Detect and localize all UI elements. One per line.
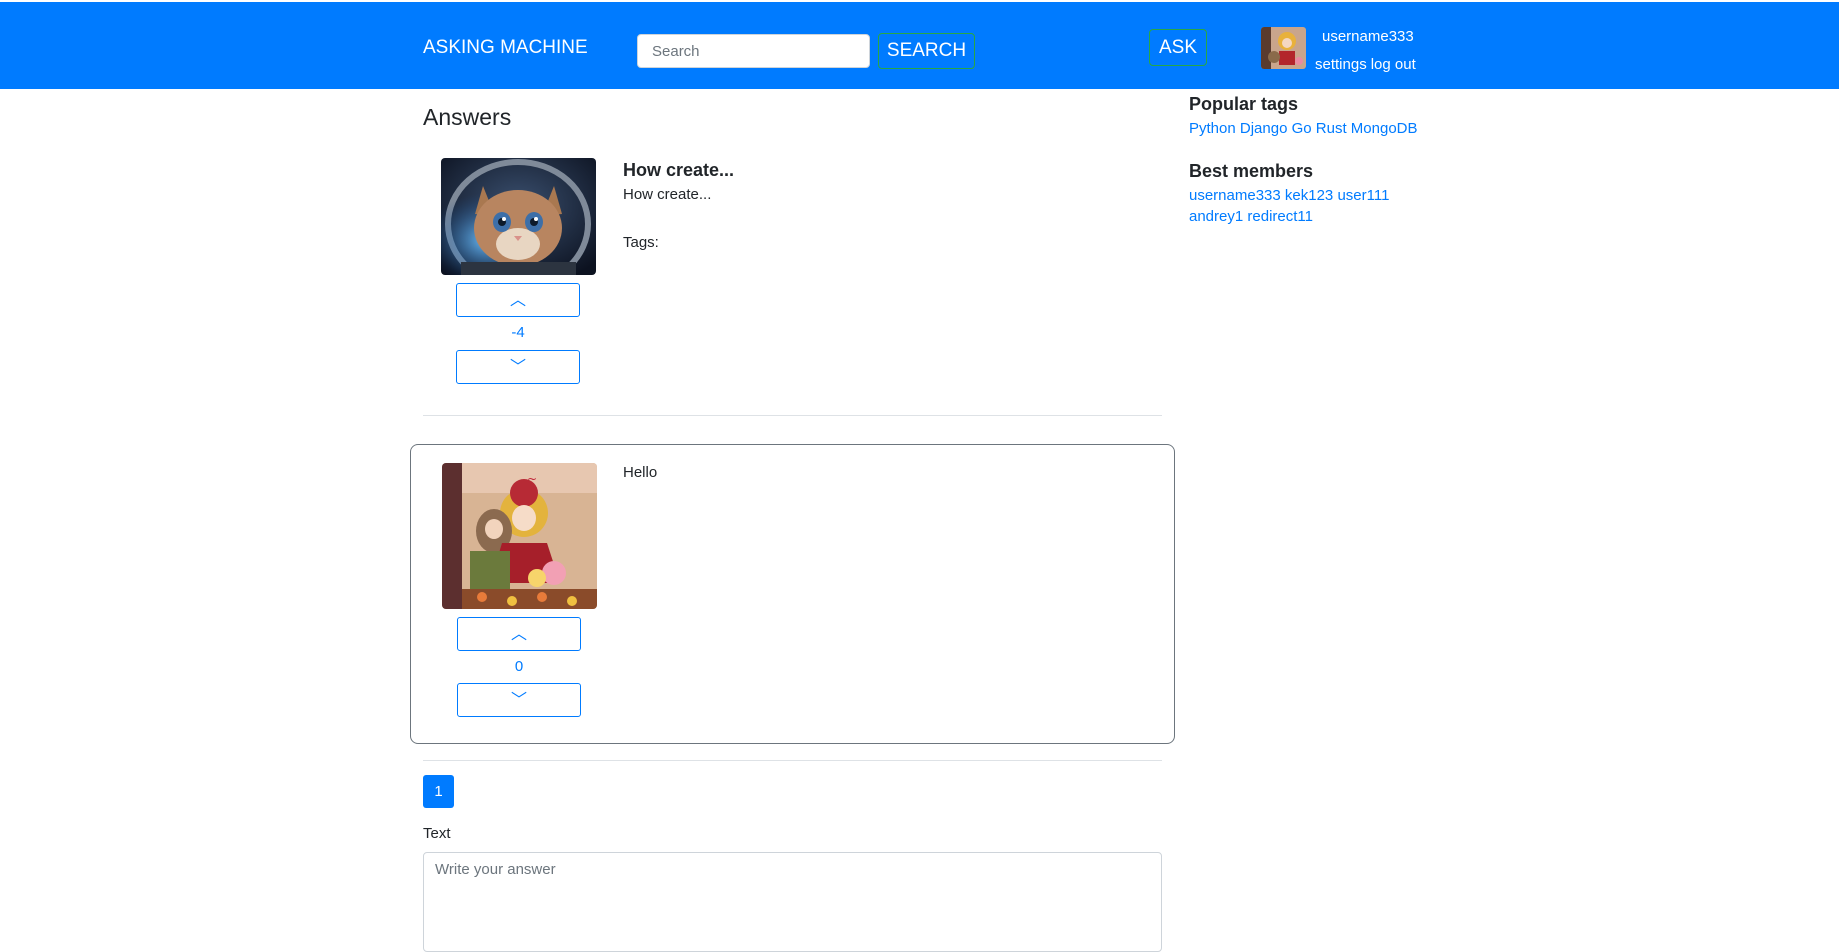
answer-textarea[interactable] [423, 852, 1162, 952]
member-link-kek123[interactable]: kek123 [1285, 187, 1333, 204]
vote-count: -4 [511, 324, 525, 341]
question-title: How create... [623, 160, 735, 180]
tag-link-django[interactable]: Django [1240, 120, 1288, 137]
tag-link-mongodb[interactable]: MongoDB [1351, 120, 1418, 137]
question-body: How create... [623, 186, 712, 203]
popular-tags-list: Python Django Go Rust MongoDB [1189, 118, 1419, 139]
upvote-button[interactable]: ︿ [456, 283, 580, 317]
logout-link[interactable]: log out [1371, 56, 1416, 73]
search-button[interactable]: SEARCH [878, 33, 975, 69]
vote-count: 0 [514, 658, 524, 675]
settings-link[interactable]: settings [1315, 56, 1367, 73]
member-link-redirect11[interactable]: redirect11 [1247, 208, 1313, 225]
pagination-page-1[interactable]: 1 [423, 775, 454, 808]
best-members-title: Best members [1189, 161, 1314, 181]
popular-tags-title: Popular tags [1189, 94, 1299, 114]
brand-logo[interactable]: ASKING MACHINE [423, 37, 588, 59]
question-tags-label: Tags: [623, 234, 659, 251]
tag-link-rust[interactable]: Rust [1316, 120, 1347, 137]
divider [423, 760, 1162, 761]
question-image [441, 158, 596, 275]
tag-link-go[interactable]: Go [1292, 120, 1312, 137]
upvote-button[interactable]: ︿ [457, 617, 581, 651]
question-card: ︿ -4 ﹀ How create... How create... Tags: [423, 150, 1162, 410]
member-link-andrey1[interactable]: andrey1 [1189, 208, 1243, 225]
avatar[interactable] [1261, 27, 1306, 69]
navbar: ASKING MACHINE SEARCH ASK username333 se… [0, 2, 1839, 89]
downvote-button[interactable]: ﹀ [457, 683, 581, 717]
answer-body: Hello [623, 464, 658, 481]
downvote-button[interactable]: ﹀ [456, 350, 580, 384]
answer-avatar-image: ~ [442, 463, 597, 609]
search-input[interactable] [637, 34, 870, 68]
answer-card: ~ ︿ 0 ﹀ Hello [410, 444, 1175, 744]
divider [423, 415, 1162, 416]
ask-button[interactable]: ASK [1149, 29, 1207, 66]
member-link-user111[interactable]: user111 [1337, 187, 1389, 204]
answer-form-label: Text [423, 825, 451, 842]
member-link-username333[interactable]: username333 [1189, 187, 1281, 204]
username-label: username333 [1322, 28, 1414, 45]
tag-link-python[interactable]: Python [1189, 120, 1236, 137]
page-title: Answers [423, 104, 512, 130]
user-links: settings log out [1315, 56, 1420, 73]
best-members-list: username333 kek123 user111 andrey1 redir… [1189, 185, 1419, 227]
